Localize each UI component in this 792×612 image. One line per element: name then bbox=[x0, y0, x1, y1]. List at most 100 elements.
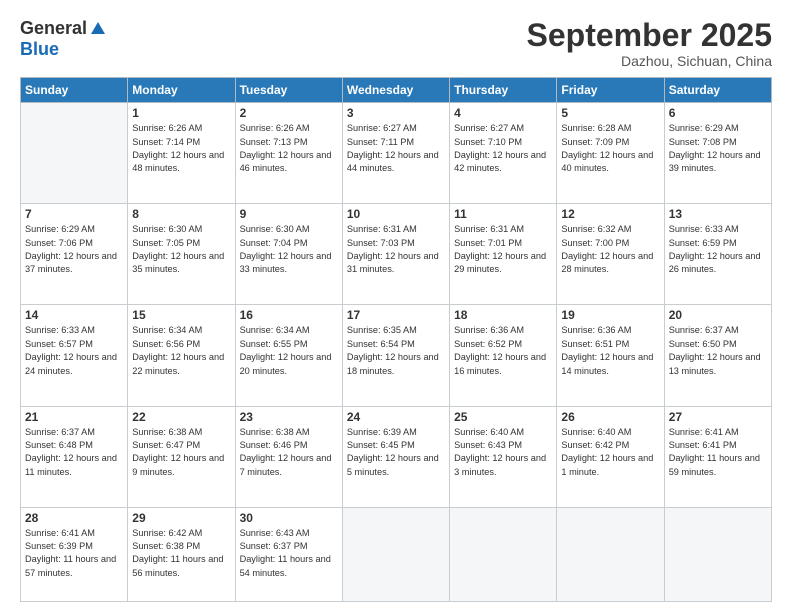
header-sunday: Sunday bbox=[21, 78, 128, 103]
day-number: 24 bbox=[347, 410, 445, 424]
day-detail: Sunrise: 6:41 AMSunset: 6:39 PMDaylight:… bbox=[25, 527, 123, 580]
day-detail: Sunrise: 6:31 AMSunset: 7:01 PMDaylight:… bbox=[454, 223, 552, 276]
day-detail: Sunrise: 6:41 AMSunset: 6:41 PMDaylight:… bbox=[669, 426, 767, 479]
day-detail: Sunrise: 6:33 AMSunset: 6:57 PMDaylight:… bbox=[25, 324, 123, 377]
day-detail: Sunrise: 6:37 AMSunset: 6:48 PMDaylight:… bbox=[25, 426, 123, 479]
day-number: 12 bbox=[561, 207, 659, 221]
day-number: 10 bbox=[347, 207, 445, 221]
logo-icon bbox=[89, 20, 107, 38]
table-row bbox=[450, 507, 557, 601]
day-detail: Sunrise: 6:34 AMSunset: 6:56 PMDaylight:… bbox=[132, 324, 230, 377]
table-row: 30 Sunrise: 6:43 AMSunset: 6:37 PMDayligh… bbox=[235, 507, 342, 601]
table-row: 8 Sunrise: 6:30 AMSunset: 7:05 PMDaylight… bbox=[128, 204, 235, 305]
table-row bbox=[342, 507, 449, 601]
day-number: 13 bbox=[669, 207, 767, 221]
table-row: 12 Sunrise: 6:32 AMSunset: 7:00 PMDayligh… bbox=[557, 204, 664, 305]
day-detail: Sunrise: 6:28 AMSunset: 7:09 PMDaylight:… bbox=[561, 122, 659, 175]
day-detail: Sunrise: 6:36 AMSunset: 6:52 PMDaylight:… bbox=[454, 324, 552, 377]
day-detail: Sunrise: 6:30 AMSunset: 7:04 PMDaylight:… bbox=[240, 223, 338, 276]
day-detail: Sunrise: 6:26 AMSunset: 7:14 PMDaylight:… bbox=[132, 122, 230, 175]
table-row: 17 Sunrise: 6:35 AMSunset: 6:54 PMDayligh… bbox=[342, 305, 449, 406]
day-detail: Sunrise: 6:36 AMSunset: 6:51 PMDaylight:… bbox=[561, 324, 659, 377]
table-row: 13 Sunrise: 6:33 AMSunset: 6:59 PMDayligh… bbox=[664, 204, 771, 305]
day-number: 6 bbox=[669, 106, 767, 120]
table-row: 4 Sunrise: 6:27 AMSunset: 7:10 PMDaylight… bbox=[450, 103, 557, 204]
day-detail: Sunrise: 6:38 AMSunset: 6:47 PMDaylight:… bbox=[132, 426, 230, 479]
table-row: 29Sunrise: 6:42 AMSunset: 6:38 PMDayligh… bbox=[128, 507, 235, 601]
day-number: 9 bbox=[240, 207, 338, 221]
title-block: September 2025 Dazhou, Sichuan, China bbox=[527, 18, 772, 69]
header-friday: Friday bbox=[557, 78, 664, 103]
table-row bbox=[21, 103, 128, 204]
day-detail: Sunrise: 6:40 AMSunset: 6:42 PMDaylight:… bbox=[561, 426, 659, 479]
logo-blue-text: Blue bbox=[20, 39, 59, 60]
day-number: 1 bbox=[132, 106, 230, 120]
calendar: Sunday Monday Tuesday Wednesday Thursday… bbox=[20, 77, 772, 602]
table-row: 14 Sunrise: 6:33 AMSunset: 6:57 PMDayligh… bbox=[21, 305, 128, 406]
day-number: 7 bbox=[25, 207, 123, 221]
table-row: 25Sunrise: 6:40 AMSunset: 6:43 PMDayligh… bbox=[450, 406, 557, 507]
day-number: 14 bbox=[25, 308, 123, 322]
table-row: 6 Sunrise: 6:29 AMSunset: 7:08 PMDaylight… bbox=[664, 103, 771, 204]
day-detail: Sunrise: 6:43 AMSunset: 6:37 PMDaylight:… bbox=[240, 527, 338, 580]
header-monday: Monday bbox=[128, 78, 235, 103]
table-row: 7 Sunrise: 6:29 AMSunset: 7:06 PMDaylight… bbox=[21, 204, 128, 305]
day-detail: Sunrise: 6:29 AMSunset: 7:06 PMDaylight:… bbox=[25, 223, 123, 276]
subtitle: Dazhou, Sichuan, China bbox=[527, 53, 772, 69]
day-detail: Sunrise: 6:39 AMSunset: 6:45 PMDaylight:… bbox=[347, 426, 445, 479]
day-number: 8 bbox=[132, 207, 230, 221]
logo: General Blue bbox=[20, 18, 107, 60]
day-detail: Sunrise: 6:34 AMSunset: 6:55 PMDaylight:… bbox=[240, 324, 338, 377]
page: General Blue September 2025 Dazhou, Sich… bbox=[0, 0, 792, 612]
header-tuesday: Tuesday bbox=[235, 78, 342, 103]
table-row: 18 Sunrise: 6:36 AMSunset: 6:52 PMDayligh… bbox=[450, 305, 557, 406]
table-row: 10 Sunrise: 6:31 AMSunset: 7:03 PMDayligh… bbox=[342, 204, 449, 305]
day-number: 17 bbox=[347, 308, 445, 322]
table-row bbox=[557, 507, 664, 601]
day-number: 5 bbox=[561, 106, 659, 120]
day-detail: Sunrise: 6:27 AMSunset: 7:10 PMDaylight:… bbox=[454, 122, 552, 175]
header-wednesday: Wednesday bbox=[342, 78, 449, 103]
table-row: 26 Sunrise: 6:40 AMSunset: 6:42 PMDayligh… bbox=[557, 406, 664, 507]
day-number: 25 bbox=[454, 410, 552, 424]
day-number: 4 bbox=[454, 106, 552, 120]
day-detail: Sunrise: 6:32 AMSunset: 7:00 PMDaylight:… bbox=[561, 223, 659, 276]
day-number: 27 bbox=[669, 410, 767, 424]
day-detail: Sunrise: 6:35 AMSunset: 6:54 PMDaylight:… bbox=[347, 324, 445, 377]
day-number: 22 bbox=[132, 410, 230, 424]
table-row: 16Sunrise: 6:34 AMSunset: 6:55 PMDayligh… bbox=[235, 305, 342, 406]
day-detail: Sunrise: 6:30 AMSunset: 7:05 PMDaylight:… bbox=[132, 223, 230, 276]
table-row bbox=[664, 507, 771, 601]
day-detail: Sunrise: 6:37 AMSunset: 6:50 PMDaylight:… bbox=[669, 324, 767, 377]
day-number: 19 bbox=[561, 308, 659, 322]
day-detail: Sunrise: 6:29 AMSunset: 7:08 PMDaylight:… bbox=[669, 122, 767, 175]
day-number: 2 bbox=[240, 106, 338, 120]
day-number: 18 bbox=[454, 308, 552, 322]
table-row: 19 Sunrise: 6:36 AMSunset: 6:51 PMDayligh… bbox=[557, 305, 664, 406]
table-row: 11 Sunrise: 6:31 AMSunset: 7:01 PMDayligh… bbox=[450, 204, 557, 305]
logo-general-text: General bbox=[20, 18, 87, 39]
table-row: 2 Sunrise: 6:26 AMSunset: 7:13 PMDaylight… bbox=[235, 103, 342, 204]
day-detail: Sunrise: 6:26 AMSunset: 7:13 PMDaylight:… bbox=[240, 122, 338, 175]
day-detail: Sunrise: 6:33 AMSunset: 6:59 PMDaylight:… bbox=[669, 223, 767, 276]
day-number: 3 bbox=[347, 106, 445, 120]
table-row: 24 Sunrise: 6:39 AMSunset: 6:45 PMDayligh… bbox=[342, 406, 449, 507]
day-number: 15 bbox=[132, 308, 230, 322]
header-saturday: Saturday bbox=[664, 78, 771, 103]
day-number: 26 bbox=[561, 410, 659, 424]
table-row: 28 Sunrise: 6:41 AMSunset: 6:39 PMDayligh… bbox=[21, 507, 128, 601]
table-row: 22 Sunrise: 6:38 AMSunset: 6:47 PMDayligh… bbox=[128, 406, 235, 507]
header-thursday: Thursday bbox=[450, 78, 557, 103]
day-detail: Sunrise: 6:42 AMSunset: 6:38 PMDaylight:… bbox=[132, 527, 230, 580]
table-row: 21Sunrise: 6:37 AMSunset: 6:48 PMDayligh… bbox=[21, 406, 128, 507]
day-number: 30 bbox=[240, 511, 338, 525]
table-row: 27 Sunrise: 6:41 AMSunset: 6:41 PMDayligh… bbox=[664, 406, 771, 507]
day-detail: Sunrise: 6:31 AMSunset: 7:03 PMDaylight:… bbox=[347, 223, 445, 276]
day-detail: Sunrise: 6:38 AMSunset: 6:46 PMDaylight:… bbox=[240, 426, 338, 479]
table-row: 20Sunrise: 6:37 AMSunset: 6:50 PMDayligh… bbox=[664, 305, 771, 406]
table-row: 15 Sunrise: 6:34 AMSunset: 6:56 PMDayligh… bbox=[128, 305, 235, 406]
weekday-header-row: Sunday Monday Tuesday Wednesday Thursday… bbox=[21, 78, 772, 103]
day-number: 11 bbox=[454, 207, 552, 221]
month-title: September 2025 bbox=[527, 18, 772, 53]
day-number: 28 bbox=[25, 511, 123, 525]
